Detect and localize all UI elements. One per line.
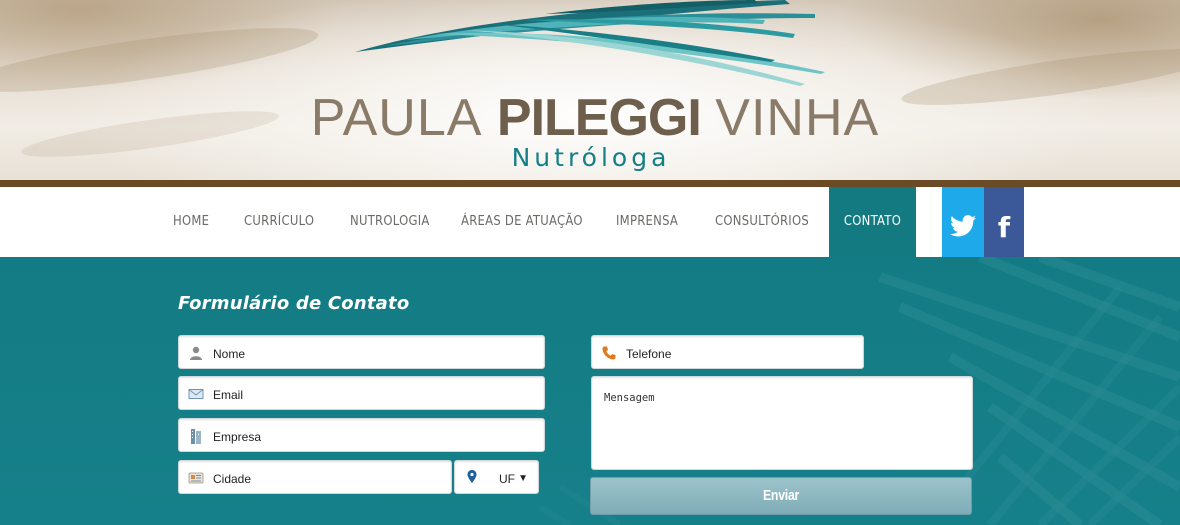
twitter-button[interactable] <box>942 187 984 266</box>
phone-icon <box>602 346 616 360</box>
nome-placeholder: Nome <box>213 347 246 361</box>
enviar-button[interactable]: Enviar <box>590 477 972 515</box>
telefone-placeholder: Telefone <box>626 347 672 361</box>
nav-item-curriculo[interactable]: CURRÍCULO <box>244 187 314 257</box>
twitter-icon <box>950 215 976 237</box>
nav-item-contato-label: CONTATO <box>843 213 902 229</box>
telefone-field[interactable]: Telefone <box>591 335 864 369</box>
email-placeholder: Email <box>213 388 244 402</box>
logo-leaves-icon <box>355 0 825 86</box>
nav-item-contato[interactable]: CONTATO <box>829 187 916 257</box>
nav-item-consultorios[interactable]: CONSULTÓRIOS <box>715 187 809 257</box>
mensagem-textarea[interactable]: Mensagem <box>591 376 973 470</box>
empresa-placeholder: Empresa <box>213 430 262 444</box>
nav-item-nutrologia[interactable]: NUTROLOGIA <box>350 187 430 257</box>
uf-select[interactable]: UF ▼ <box>454 460 539 494</box>
logo-name-first: PAULA <box>310 89 483 147</box>
cidade-field[interactable]: Cidade <box>178 460 452 494</box>
city-card-icon <box>188 472 204 484</box>
envelope-icon <box>188 389 204 399</box>
map-pin-icon <box>467 470 477 483</box>
nome-field[interactable]: Nome <box>178 335 545 369</box>
header-divider <box>0 180 1180 187</box>
person-icon <box>190 346 202 360</box>
email-field[interactable]: Email <box>178 376 545 410</box>
form-title: Formulário de Contato <box>178 293 410 314</box>
nav-item-imprensa[interactable]: IMPRENSA <box>616 187 678 257</box>
building-icon <box>191 429 201 444</box>
chevron-down-icon: ▼ <box>518 473 528 484</box>
facebook-button[interactable]: f <box>984 187 1024 266</box>
site-header: PAULA PILEGGI VINHA Nutróloga <box>0 0 1180 180</box>
enviar-button-label: Enviar <box>762 487 800 504</box>
nav-item-areas-de-atuacao[interactable]: ÁREAS DE ATUAÇÃO <box>461 187 583 257</box>
logo-wordmark: PAULA PILEGGI VINHA <box>0 88 1180 148</box>
logo-name-last: VINHA <box>715 89 880 147</box>
nav-item-home[interactable]: HOME <box>173 187 209 257</box>
cidade-placeholder: Cidade <box>213 472 252 486</box>
empresa-field[interactable]: Empresa <box>178 418 545 452</box>
logo-name-middle: PILEGGI <box>496 89 702 147</box>
uf-value: UF <box>499 472 515 486</box>
mensagem-placeholder: Mensagem <box>604 392 655 404</box>
logo-subtitle: Nutróloga <box>511 143 671 172</box>
